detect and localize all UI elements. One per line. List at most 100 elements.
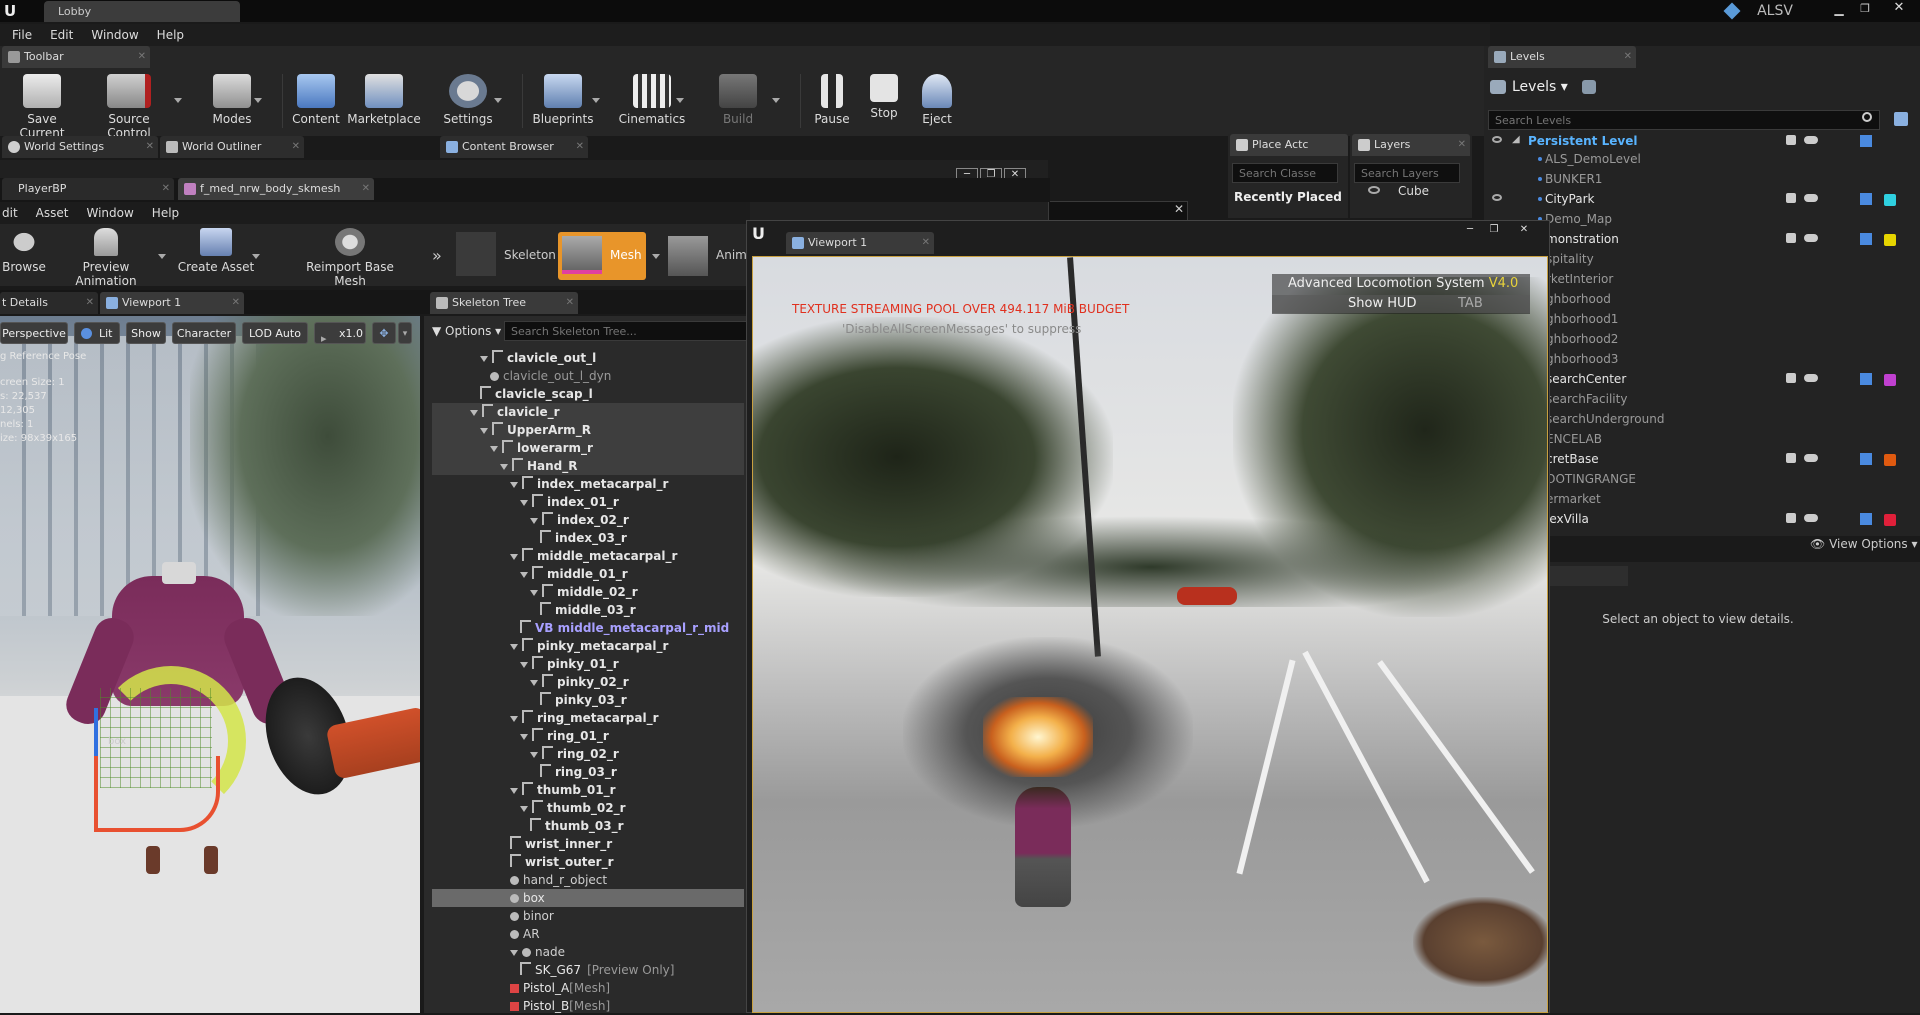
source-control-button[interactable]: Source Control — [86, 68, 172, 140]
layer-item[interactable]: Cube — [1398, 184, 1429, 198]
preview-animation-button[interactable]: Preview Animation — [54, 228, 158, 288]
level-gamepad-icon[interactable] — [1804, 454, 1818, 462]
lock-icon[interactable] — [1786, 135, 1796, 145]
close-icon[interactable]: ✕ — [922, 232, 930, 254]
animation-mode-button[interactable]: Anim — [668, 232, 750, 278]
source-control-dropdown-icon[interactable] — [174, 98, 182, 103]
bone-row[interactable]: Hand_R — [500, 457, 578, 475]
level-row[interactable]: searchUnderground — [1546, 410, 1664, 428]
bone-row[interactable]: middle_metacarpal_r — [510, 547, 677, 565]
level-save-icon[interactable] — [1860, 233, 1872, 245]
editor-menu-help[interactable]: Help — [152, 206, 179, 220]
level-row[interactable]: ghborhood3 — [1546, 350, 1618, 368]
cinematics-dropdown-icon[interactable] — [676, 98, 684, 103]
menu-window[interactable]: Window — [91, 28, 138, 42]
place-actors-search[interactable] — [1232, 163, 1338, 183]
expand-arrow-icon[interactable] — [510, 716, 518, 722]
level-row[interactable]: ermarket — [1546, 490, 1601, 508]
bone-row[interactable]: ring_03_r — [540, 763, 617, 781]
expand-arrow-icon[interactable] — [510, 554, 518, 560]
bone-row[interactable]: clavicle_out_l_dyn — [490, 367, 611, 385]
level-row[interactable]: rketInterior — [1546, 270, 1613, 288]
character-button[interactable]: Character — [172, 322, 236, 344]
modes-dropdown-icon[interactable] — [254, 98, 262, 103]
bone-row[interactable]: pinky_metacarpal_r — [510, 637, 668, 655]
close-icon[interactable]: ✕ — [292, 136, 300, 158]
expand-arrow-icon[interactable] — [510, 788, 518, 794]
level-row[interactable]: ENCELAB — [1546, 430, 1602, 448]
level-save-icon[interactable] — [1860, 453, 1872, 465]
close-icon[interactable]: ✕ — [86, 292, 94, 314]
level-row[interactable]: BUNKER1 — [1538, 170, 1602, 188]
editor-menu-edit[interactable]: dit — [2, 206, 18, 220]
reimport-button[interactable]: Reimport Base Mesh — [290, 228, 410, 288]
level-gamepad-icon[interactable] — [1804, 234, 1818, 242]
level-gamepad-icon[interactable] — [1804, 374, 1818, 382]
eye-icon[interactable] — [1492, 136, 1502, 143]
level-save-icon[interactable] — [1860, 193, 1872, 205]
lit-button[interactable]: Lit — [74, 322, 120, 344]
level-row[interactable]: searchCenter — [1546, 370, 1626, 388]
bone-row[interactable]: hand_r_object — [510, 871, 607, 889]
show-hud-toggle[interactable]: Show HUD TAB — [1272, 295, 1530, 313]
expand-arrow-icon[interactable] — [500, 464, 508, 470]
level-lock-icon[interactable] — [1786, 453, 1796, 463]
tab-content-browser[interactable]: Content Browser ✕ — [440, 136, 588, 158]
bone-row[interactable]: Pistol_A[Mesh] — [510, 979, 610, 997]
expand-arrow-icon[interactable] — [480, 428, 488, 434]
bone-row[interactable]: middle_01_r — [520, 565, 628, 583]
expand-arrow-icon[interactable] — [510, 644, 518, 650]
bone-row[interactable]: pinky_03_r — [540, 691, 627, 709]
bone-row[interactable]: middle_02_r — [530, 583, 638, 601]
expand-arrow-icon[interactable] — [530, 590, 538, 596]
view-options-button[interactable]: 👁 View Options ▾ — [1810, 536, 1918, 552]
close-icon[interactable]: ✕ — [566, 292, 574, 314]
bone-row[interactable]: middle_03_r — [540, 601, 636, 619]
stop-button[interactable]: Stop — [860, 68, 908, 132]
bone-row[interactable]: thumb_03_r — [530, 817, 624, 835]
bone-row[interactable]: pinky_01_r — [520, 655, 619, 673]
transform-toggle-button[interactable]: ✥ — [372, 322, 396, 344]
levels-dropdown[interactable]: Levels ▾ — [1490, 76, 1568, 98]
menu-edit[interactable]: Edit — [50, 28, 73, 42]
save-current-button[interactable]: Save Current — [4, 68, 80, 140]
close-icon[interactable]: ✕ — [1458, 134, 1466, 156]
expand-arrow-icon[interactable]: ◢ — [1512, 134, 1520, 145]
eye-icon[interactable] — [1492, 194, 1502, 201]
blueprints-button[interactable]: Blueprints — [528, 68, 598, 132]
bone-row[interactable]: ring_metacarpal_r — [510, 709, 659, 727]
expand-arrow-icon[interactable] — [520, 734, 528, 740]
bone-row[interactable]: wrist_inner_r — [510, 835, 612, 853]
skeleton-tree-search[interactable] — [504, 321, 748, 341]
eject-button[interactable]: Eject — [912, 68, 962, 132]
tab-toolbar[interactable]: Toolbar ✕ — [2, 46, 150, 68]
mesh-mode-button[interactable]: Mesh — [558, 232, 646, 280]
expand-arrow-icon[interactable] — [480, 356, 488, 362]
speed-button[interactable]: ▸ x1.0 — [314, 322, 366, 345]
skeleton-mode-button[interactable]: Skeleton — [456, 232, 556, 278]
close-icon[interactable]: ✕ — [362, 178, 370, 200]
marketplace-button[interactable]: Marketplace — [346, 68, 422, 132]
pause-button[interactable]: Pause — [806, 68, 858, 132]
expand-arrow-icon[interactable] — [510, 950, 518, 956]
level-row[interactable]: CityPark — [1538, 190, 1594, 208]
bone-row[interactable]: SK_G67 [Preview Only] — [520, 961, 674, 979]
skeleton-options-button[interactable]: ▼ Options ▾ — [432, 321, 502, 341]
editor-menu-asset[interactable]: Asset — [36, 206, 69, 220]
bone-row[interactable]: pinky_02_r — [530, 673, 629, 691]
close-button[interactable]: ✕ — [1514, 224, 1534, 238]
level-gamepad-icon[interactable] — [1804, 514, 1818, 522]
bone-row[interactable]: clavicle_r — [470, 403, 560, 421]
close-button[interactable]: ✕ — [1884, 0, 1914, 16]
recently-placed-label[interactable]: Recently Placed — [1234, 190, 1342, 204]
expand-arrow-icon[interactable] — [530, 680, 538, 686]
level-save-icon[interactable] — [1860, 513, 1872, 525]
menu-help[interactable]: Help — [157, 28, 184, 42]
browse-button[interactable]: Browse — [0, 228, 48, 274]
close-icon[interactable]: ✕ — [1624, 46, 1632, 68]
gamepad-icon[interactable] — [1804, 136, 1818, 144]
restore-button[interactable]: ❐ — [1484, 224, 1504, 238]
tab-world-settings[interactable]: World Settings ✕ — [2, 136, 158, 158]
tab-mesh-viewport[interactable]: Viewport 1 ✕ — [100, 292, 244, 314]
bone-row[interactable]: index_02_r — [530, 511, 629, 529]
